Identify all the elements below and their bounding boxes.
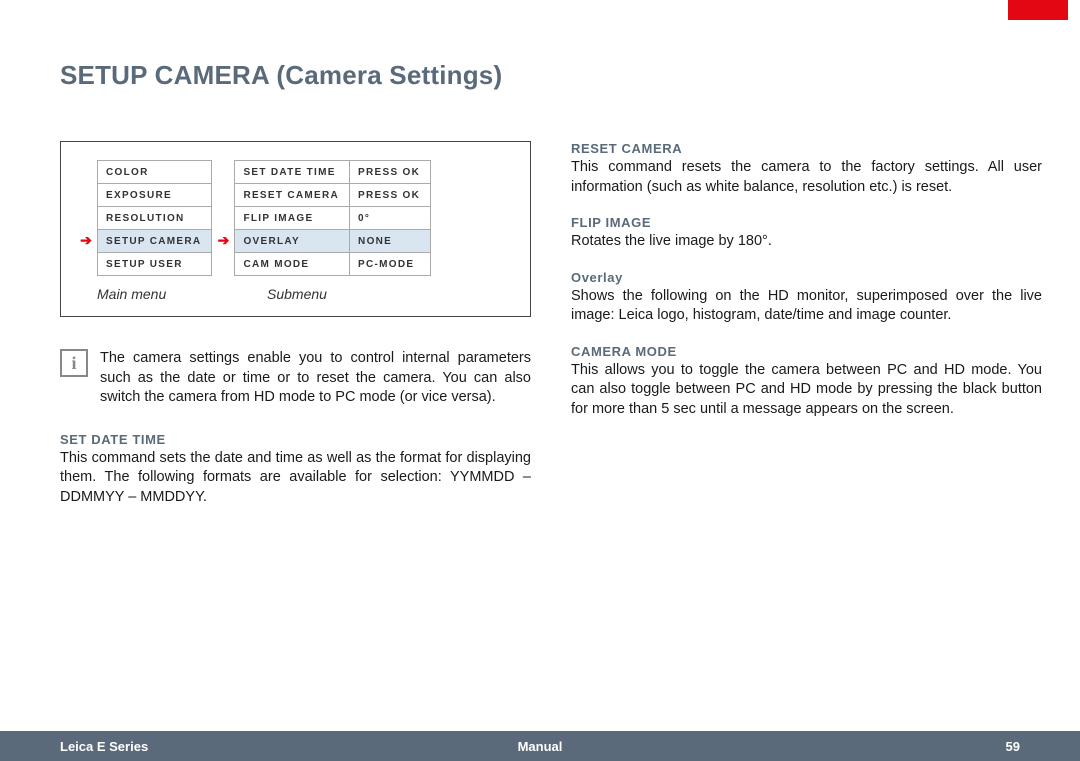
page-title: SETUP CAMERA (Camera Settings) <box>60 60 1042 91</box>
footer-page-number: 59 <box>700 739 1020 754</box>
menu-diagram: ➔ Color Exposure Resolution Setup Camera… <box>60 141 531 317</box>
brand-tab <box>1008 0 1068 20</box>
table-row: Reset CameraPress OK <box>235 184 431 207</box>
arrow-icon: ➔ <box>75 229 97 252</box>
section-heading: RESET CAMERA <box>571 141 1042 156</box>
section-heading: FLIP IMAGE <box>571 215 1042 230</box>
section-reset-camera: RESET CAMERA This command resets the cam… <box>571 141 1042 197</box>
main-arrow-col: ➔ <box>75 160 97 275</box>
arrow-icon: ➔ <box>212 229 234 252</box>
table-row: Flip Image0° <box>235 207 431 230</box>
section-body: This command resets the camera to the fa… <box>571 158 1042 197</box>
sub-menu-label: Submenu <box>267 286 327 302</box>
left-column: ➔ Color Exposure Resolution Setup Camera… <box>60 141 531 525</box>
section-set-date-time: SET DATE TIME This command sets the date… <box>60 432 531 508</box>
footer-mid: Manual <box>380 739 700 754</box>
section-body: Rotates the live image by 180°. <box>571 232 1042 252</box>
table-row: Setup User <box>98 253 212 276</box>
info-icon: i <box>60 349 88 377</box>
table-row: Color <box>98 161 212 184</box>
main-menu-label: Main menu <box>97 286 237 302</box>
table-row: OverlayNone <box>235 230 431 253</box>
footer-left: Leica E Series <box>60 739 380 754</box>
page-footer: Leica E Series Manual 59 <box>0 731 1080 761</box>
main-menu-table: Color Exposure Resolution Setup Camera S… <box>97 160 212 276</box>
section-body: Shows the following on the HD monitor, s… <box>571 287 1042 326</box>
sub-menu-table: Set Date TimePress OK Reset CameraPress … <box>234 160 431 276</box>
page-content: SETUP CAMERA (Camera Settings) ➔ Color E… <box>60 60 1042 709</box>
sub-arrow-col: ➔ <box>212 160 234 275</box>
section-overlay: Overlay Shows the following on the HD mo… <box>571 270 1042 326</box>
section-camera-mode: CAMERA MODE This allows you to toggle th… <box>571 344 1042 420</box>
section-body: This command sets the date and time as w… <box>60 449 531 508</box>
section-heading: SET DATE TIME <box>60 432 531 447</box>
right-column: RESET CAMERA This command resets the cam… <box>571 141 1042 525</box>
section-heading: CAMERA MODE <box>571 344 1042 359</box>
section-body: This allows you to toggle the camera bet… <box>571 361 1042 420</box>
table-row: Resolution <box>98 207 212 230</box>
table-row: Cam ModePc-Mode <box>235 253 431 276</box>
section-flip-image: FLIP IMAGE Rotates the live image by 180… <box>571 215 1042 252</box>
table-row: Exposure <box>98 184 212 207</box>
section-heading: Overlay <box>571 270 1042 285</box>
intro-text: The camera settings enable you to contro… <box>100 349 531 408</box>
table-row: Setup Camera <box>98 230 212 253</box>
table-row: Set Date TimePress OK <box>235 161 431 184</box>
